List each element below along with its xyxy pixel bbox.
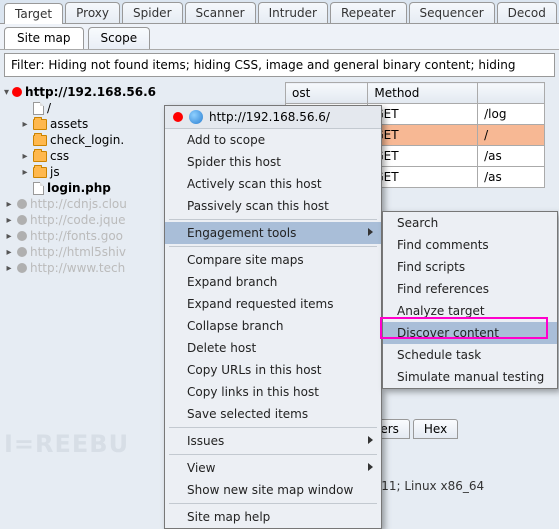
ctx-active-scan[interactable]: Actively scan this host bbox=[165, 173, 381, 195]
ctx-help[interactable]: Site map help bbox=[165, 506, 381, 528]
ctx-spider-host[interactable]: Spider this host bbox=[165, 151, 381, 173]
tree-dim-item[interactable]: ▸http://fonts.goo bbox=[4, 228, 155, 244]
sub-simulate-manual[interactable]: Simulate manual testing bbox=[383, 366, 557, 388]
ctx-expand-requested[interactable]: Expand requested items bbox=[165, 293, 381, 315]
tab-scanner[interactable]: Scanner bbox=[185, 2, 256, 23]
tab-proxy[interactable]: Proxy bbox=[65, 2, 120, 23]
tree-dim-item[interactable]: ▸http://html5shiv bbox=[4, 244, 155, 260]
separator bbox=[169, 454, 377, 455]
tab-decoder[interactable]: Decod bbox=[497, 2, 557, 23]
separator bbox=[169, 427, 377, 428]
tree-root[interactable]: ▾ http://192.168.56.6 bbox=[4, 84, 155, 100]
col-method[interactable]: Method bbox=[368, 83, 478, 104]
col-host[interactable]: ost bbox=[286, 83, 368, 104]
ctx-issues[interactable]: Issues bbox=[165, 430, 381, 452]
expand-icon[interactable]: ▸ bbox=[20, 167, 30, 178]
tab-sequencer[interactable]: Sequencer bbox=[409, 2, 495, 23]
separator bbox=[169, 246, 377, 247]
tab-spider[interactable]: Spider bbox=[122, 2, 183, 23]
tree-item-css[interactable]: ▸ css bbox=[4, 148, 155, 164]
ctx-collapse-branch[interactable]: Collapse branch bbox=[165, 315, 381, 337]
col-url[interactable] bbox=[478, 83, 545, 104]
file-icon bbox=[33, 102, 44, 115]
file-icon bbox=[33, 182, 44, 195]
ctx-compare-sitemaps[interactable]: Compare site maps bbox=[165, 249, 381, 271]
watermark: I=REEBU bbox=[4, 430, 129, 458]
dot-icon bbox=[17, 231, 27, 241]
expand-icon[interactable]: ▸ bbox=[20, 119, 30, 130]
sub-analyze-target[interactable]: Analyze target bbox=[383, 300, 557, 322]
sub-schedule-task[interactable]: Schedule task bbox=[383, 344, 557, 366]
ctx-passive-scan[interactable]: Passively scan this host bbox=[165, 195, 381, 217]
subtab-scope[interactable]: Scope bbox=[88, 27, 151, 49]
tab-target[interactable]: Target bbox=[4, 3, 63, 24]
main-tabs: Target Proxy Spider Scanner Intruder Rep… bbox=[0, 0, 559, 24]
ctx-copy-links[interactable]: Copy links in this host bbox=[165, 381, 381, 403]
tree-dim-item[interactable]: ▸http://code.jque bbox=[4, 212, 155, 228]
tree-item-assets[interactable]: ▸ assets bbox=[4, 116, 155, 132]
sub-search[interactable]: Search bbox=[383, 212, 557, 234]
ctx-add-to-scope[interactable]: Add to scope bbox=[165, 129, 381, 151]
collapse-icon[interactable]: ▾ bbox=[4, 87, 9, 98]
sub-discover-content[interactable]: Discover content bbox=[383, 322, 557, 344]
sub-find-scripts[interactable]: Find scripts bbox=[383, 256, 557, 278]
tab-repeater[interactable]: Repeater bbox=[330, 2, 407, 23]
folder-icon bbox=[33, 151, 47, 162]
dot-icon bbox=[17, 247, 27, 257]
tab-intruder[interactable]: Intruder bbox=[258, 2, 328, 23]
folder-icon bbox=[33, 119, 47, 130]
tree-item-root-slash[interactable]: / bbox=[4, 100, 155, 116]
dot-icon bbox=[17, 215, 27, 225]
tree-dim-item[interactable]: ▸http://cdnjs.clou bbox=[4, 196, 155, 212]
dot-icon bbox=[12, 87, 22, 97]
ctx-copy-urls[interactable]: Copy URLs in this host bbox=[165, 359, 381, 381]
separator bbox=[169, 503, 377, 504]
folder-icon bbox=[33, 167, 47, 178]
ctx-delete-host[interactable]: Delete host bbox=[165, 337, 381, 359]
ctx-view[interactable]: View bbox=[165, 457, 381, 479]
expand-icon[interactable]: ▸ bbox=[20, 151, 30, 162]
ctx-expand-branch[interactable]: Expand branch bbox=[165, 271, 381, 293]
separator bbox=[169, 219, 377, 220]
filter-bar[interactable]: Filter: Hiding not found items; hiding C… bbox=[4, 53, 555, 77]
context-menu: http://192.168.56.6/ Add to scope Spider… bbox=[164, 105, 382, 529]
globe-icon bbox=[189, 110, 203, 124]
dot-icon bbox=[173, 112, 183, 122]
dot-icon bbox=[17, 199, 27, 209]
sub-find-comments[interactable]: Find comments bbox=[383, 234, 557, 256]
ctx-new-window[interactable]: Show new site map window bbox=[165, 479, 381, 501]
ctx-save-selected[interactable]: Save selected items bbox=[165, 403, 381, 425]
tree-item-login-php[interactable]: login.php bbox=[4, 180, 155, 196]
context-menu-title: http://192.168.56.6/ bbox=[165, 106, 381, 129]
tab-hex[interactable]: Hex bbox=[413, 419, 458, 439]
dot-icon bbox=[17, 263, 27, 273]
folder-icon bbox=[33, 135, 47, 146]
tree-item-js[interactable]: ▸ js bbox=[4, 164, 155, 180]
sub-find-references[interactable]: Find references bbox=[383, 278, 557, 300]
ctx-engagement-tools[interactable]: Engagement tools bbox=[165, 222, 381, 244]
sub-tabs: Site map Scope bbox=[0, 24, 559, 50]
subtab-sitemap[interactable]: Site map bbox=[4, 27, 84, 49]
tree-dim-item[interactable]: ▸http://www.tech bbox=[4, 260, 155, 276]
tree-item-check-login[interactable]: check_login. bbox=[4, 132, 155, 148]
engagement-submenu: Search Find comments Find scripts Find r… bbox=[382, 211, 558, 389]
